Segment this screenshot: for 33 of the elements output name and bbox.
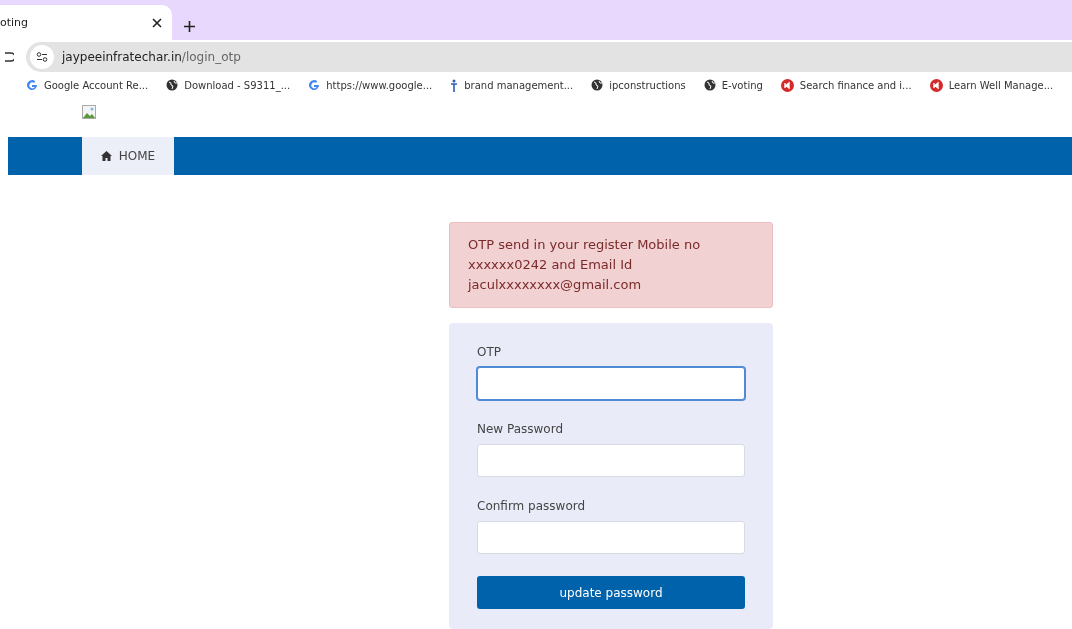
field-label: OTP [477, 345, 502, 359]
globe-icon [591, 79, 604, 92]
bookmark[interactable]: Learn Well Manage... [929, 78, 1054, 92]
field-label: New Password [477, 422, 565, 436]
bookmark[interactable]: E-voting [703, 79, 763, 92]
field-label: Confirm password [477, 499, 587, 513]
site-logo-icon [929, 78, 943, 92]
site-logo-icon [780, 78, 794, 92]
bookmark[interactable]: Search finance and i... [780, 78, 912, 92]
browser-tab[interactable]: oting [0, 5, 172, 40]
update-password-button[interactable]: update password [477, 576, 745, 609]
info-icon [450, 78, 459, 92]
bookmark[interactable]: brand management... [450, 78, 574, 92]
site-settings-icon[interactable] [30, 44, 54, 69]
bookmark[interactable]: https://www.google... [308, 79, 433, 92]
plus-icon[interactable] [184, 21, 195, 32]
broken-image-icon [82, 104, 96, 119]
otp-alert-message: OTP send in your register Mobile no xxxxxx0242 and Email Id jaculxxxxxxxx@gmail.com [449, 222, 773, 308]
globe-icon [703, 79, 716, 92]
address-bar[interactable]: jaypeeinfratechar.in/login_otp [26, 41, 1072, 72]
reload-icon[interactable] [4, 50, 14, 63]
google-icon [26, 79, 38, 92]
input-field[interactable] [477, 367, 745, 400]
bookmark[interactable]: ipconstructions [591, 79, 686, 92]
globe-icon [166, 79, 179, 92]
nav-item[interactable]: HOME [82, 136, 174, 175]
close-icon[interactable] [152, 17, 162, 28]
home-icon [100, 150, 112, 161]
bookmark[interactable]: Google Account Re... [26, 79, 149, 92]
tab-title: oting [0, 16, 29, 29]
google-icon [308, 79, 321, 92]
bookmark[interactable]: Download - S9311_... [166, 79, 291, 92]
url-text: jaypeeinfratechar.in/login_otp [62, 49, 241, 64]
